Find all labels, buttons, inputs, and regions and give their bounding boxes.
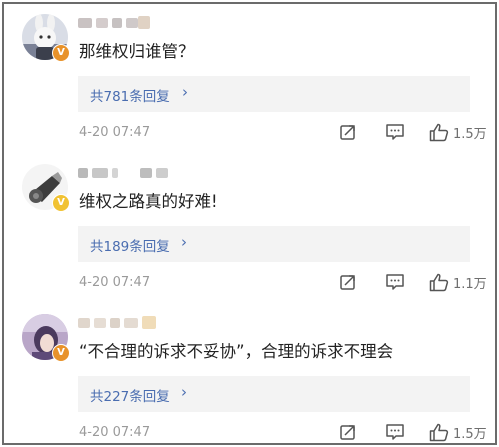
- verified-badge: V: [52, 344, 70, 362]
- reply-box[interactable]: 共781条回复 ›: [78, 76, 470, 112]
- username-blurred[interactable]: [78, 16, 178, 30]
- share-icon: [340, 425, 355, 440]
- verified-badge: V: [52, 194, 70, 212]
- share-button[interactable]: [339, 122, 357, 142]
- like-button[interactable]: 1.5万: [429, 122, 487, 142]
- comment-icon: [386, 124, 404, 140]
- timestamp: 4-20 07:47: [79, 425, 151, 440]
- thumbs-up-icon: [429, 273, 449, 291]
- view-replies-link[interactable]: 共781条回复: [90, 85, 170, 105]
- like-button[interactable]: 1.5万: [429, 422, 487, 442]
- share-icon: [340, 275, 355, 290]
- thumbs-up-icon: [429, 423, 449, 441]
- comment-button[interactable]: [385, 422, 405, 442]
- share-button[interactable]: [339, 272, 357, 292]
- comment-list: V 那维权归谁管？ 共781条回复 › 4-20 07:47 1.5万 V 维权…: [2, 2, 497, 445]
- comment-text: 维权之路真的好难!: [79, 192, 218, 211]
- like-count: 1.1万: [453, 276, 487, 292]
- view-replies-link[interactable]: 共189条回复: [90, 235, 170, 255]
- comment-button[interactable]: [385, 272, 405, 292]
- comment-text: 那维权归谁管？: [79, 42, 195, 61]
- comment-icon: [386, 274, 404, 290]
- username-blurred[interactable]: [78, 316, 178, 330]
- view-replies-link[interactable]: 共227条回复: [90, 385, 170, 405]
- chevron-right-icon: ›: [181, 233, 187, 251]
- reply-box[interactable]: 共227条回复 ›: [78, 376, 470, 412]
- comment-text: “不合理的诉求不妥协”，合理的诉求不理会: [79, 342, 394, 361]
- thumbs-up-icon: [429, 123, 449, 141]
- like-button[interactable]: 1.1万: [429, 272, 487, 292]
- comment-button[interactable]: [385, 122, 405, 142]
- timestamp: 4-20 07:47: [79, 125, 151, 140]
- share-icon: [340, 125, 355, 140]
- timestamp: 4-20 07:47: [79, 275, 151, 290]
- like-count: 1.5万: [453, 426, 487, 442]
- like-count: 1.5万: [453, 126, 487, 142]
- reply-box[interactable]: 共189条回复 ›: [78, 226, 470, 262]
- verified-badge: V: [52, 44, 70, 62]
- comment-icon: [386, 424, 404, 440]
- chevron-right-icon: ›: [181, 383, 187, 401]
- chevron-right-icon: ›: [182, 83, 188, 101]
- share-button[interactable]: [339, 422, 357, 442]
- username-blurred[interactable]: [78, 166, 178, 180]
